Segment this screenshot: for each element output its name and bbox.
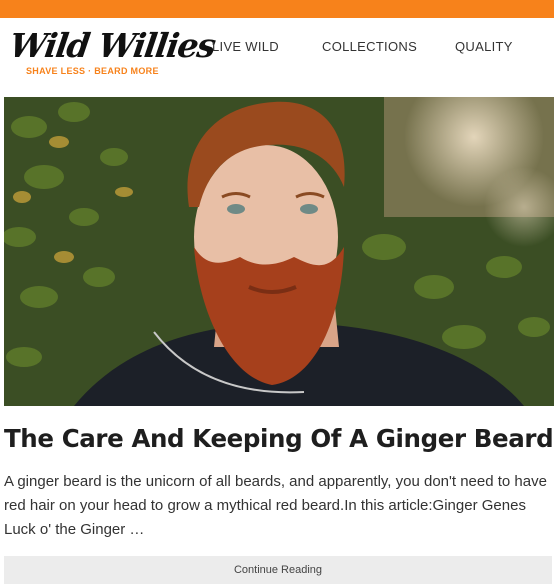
continue-reading-button[interactable]: Continue Reading [4,556,552,584]
nav-item-collections[interactable]: COLLECTIONS [322,39,417,54]
top-accent-bar [0,0,554,18]
nav-item-quality[interactable]: QUALITY [455,39,513,54]
article-title[interactable]: The Care And Keeping Of A Ginger Beard [4,424,554,453]
logo-tagline: SHAVE LESS · BEARD MORE [26,66,159,76]
logo-wordmark: Wild Willies [7,26,218,65]
nav-item-live-wild[interactable]: LIVE WILD [212,39,279,54]
article-excerpt: A ginger beard is the unicorn of all bea… [4,473,547,538]
site-header: Wild Willies SHAVE LESS · BEARD MORE LIV… [0,18,554,90]
hero-image[interactable] [4,97,554,406]
bearded-man-photo [4,97,554,406]
site-logo[interactable]: Wild Willies SHAVE LESS · BEARD MORE [7,26,217,80]
